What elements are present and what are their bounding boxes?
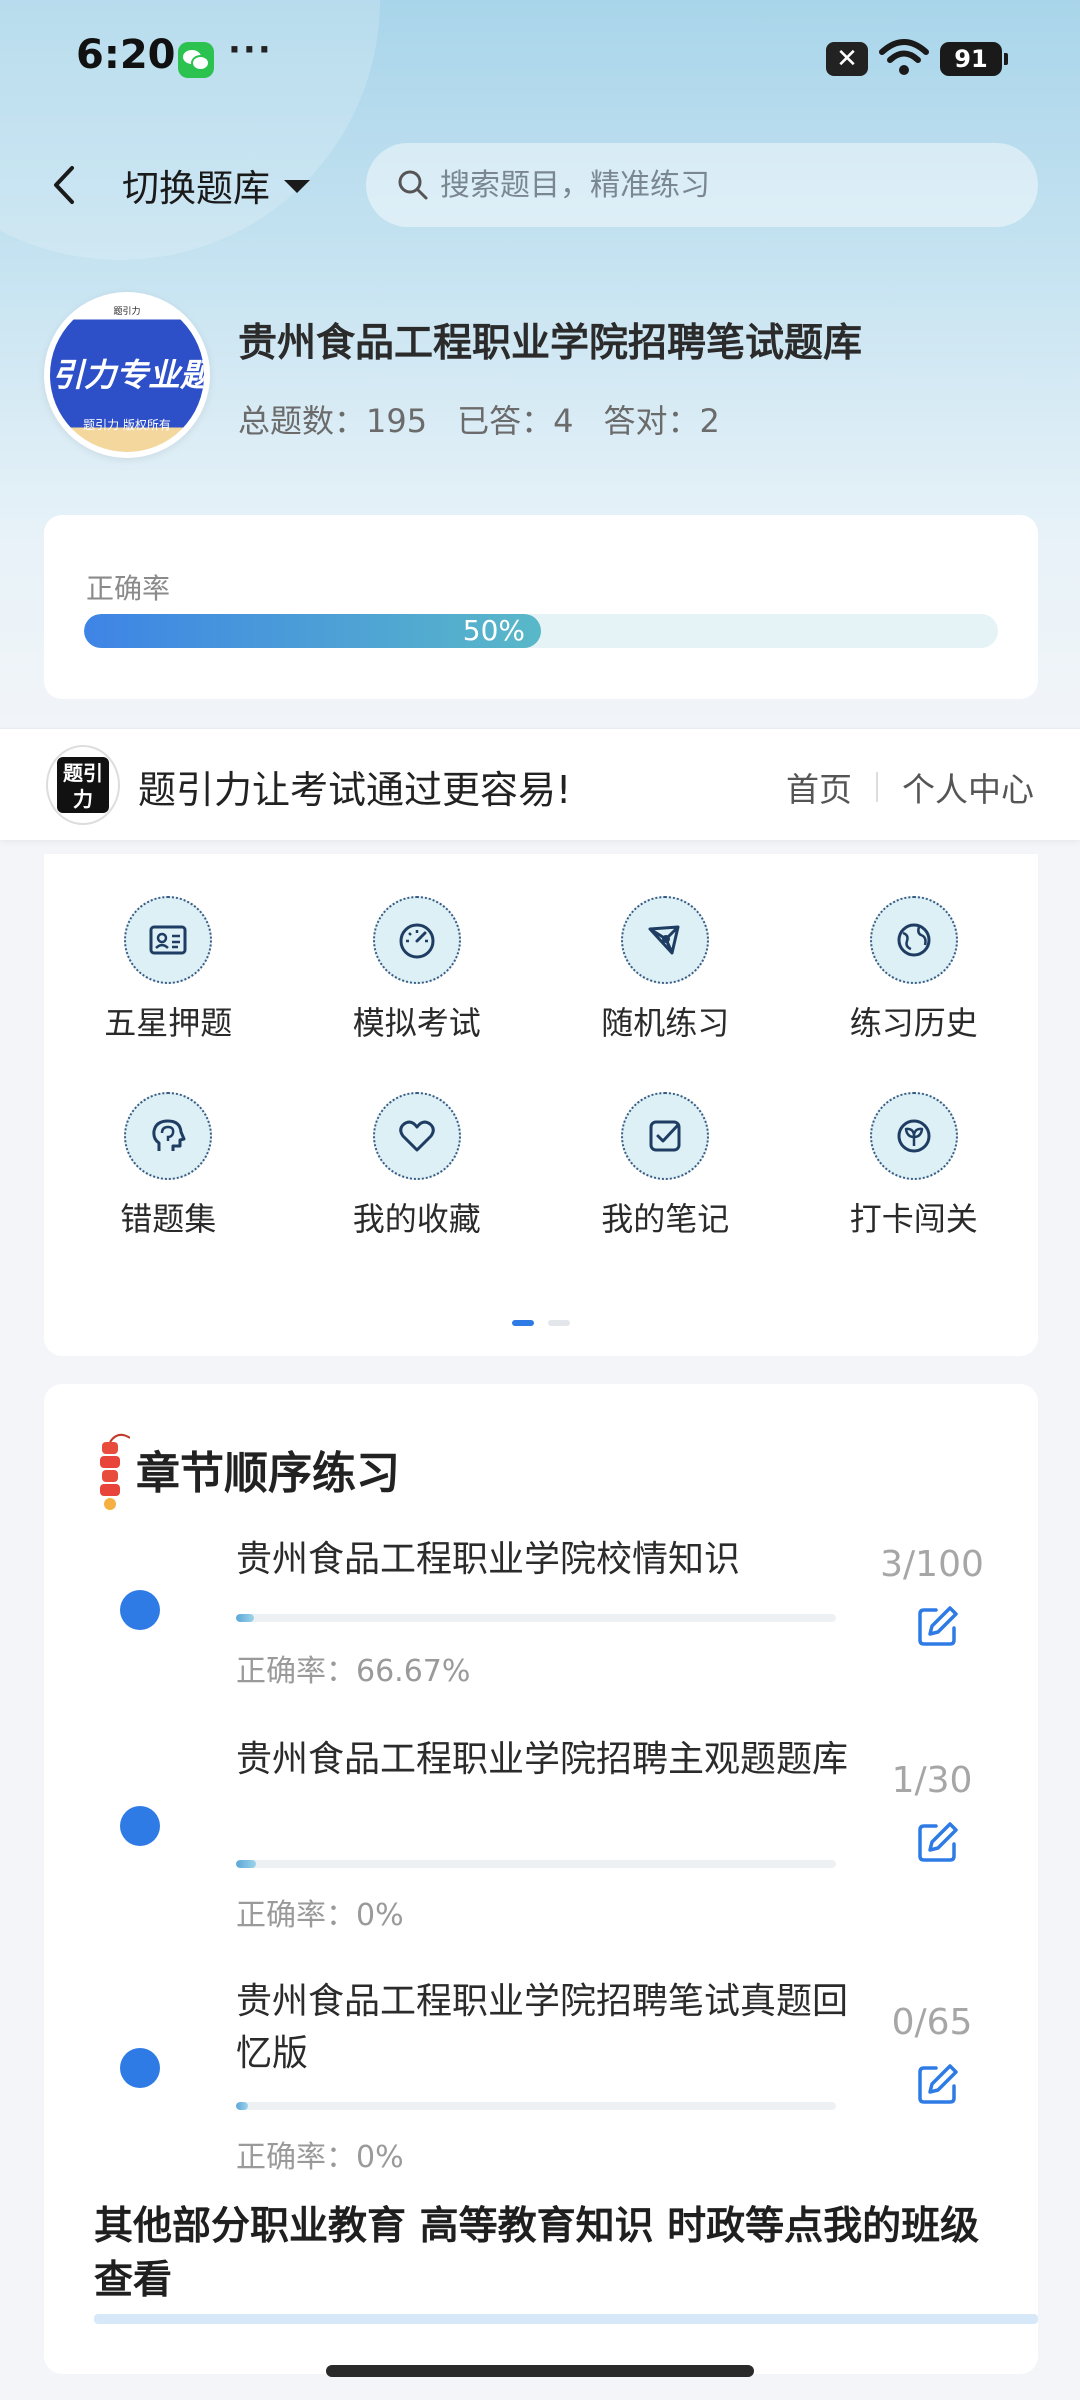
bank-title: 贵州食品工程职业学院招聘笔试题库 [238, 321, 863, 366]
banner-slogan: 题引力让考试通过更容易! [138, 768, 572, 812]
chapter-practice-card: 章节顺序练习 贵州食品工程职业学院校情知识 正确率：66.67% 3/100 贵… [44, 1384, 1038, 2374]
feature-grid: 五星押题 模拟考试 随机练习 练习历史 错题集 我的收藏 我的笔记 打卡闯关 [44, 896, 1038, 1240]
feature-mock-exam[interactable]: 模拟考试 [293, 896, 542, 1044]
profile-link[interactable]: 个人中心 [902, 763, 1034, 811]
chapter-progress-fill [236, 1614, 254, 1622]
brain-head-icon [124, 1092, 213, 1180]
page-indicator [44, 1320, 1038, 1326]
accuracy-value: 50% [462, 614, 525, 647]
caret-down-icon [284, 179, 310, 193]
search-input[interactable] [440, 167, 1000, 203]
promo-banner: 题引力 题引力让考试通过更容易! 首页 个人中心 [0, 728, 1080, 840]
search-bar[interactable] [366, 143, 1038, 227]
bank-stats: 总题数：195 已答：4 答对：2 [238, 396, 720, 442]
accuracy-progress-fill: 50% [84, 614, 541, 648]
chapter-accuracy: 正确率：66.67% [236, 1654, 471, 1689]
feature-checkin[interactable]: 打卡闯关 [790, 1092, 1039, 1240]
edit-icon[interactable] [914, 2060, 962, 2108]
chapter-count: 0/65 [891, 2002, 973, 2043]
app-logo: 题引力 [46, 745, 120, 825]
feature-label: 模拟考试 [352, 1004, 481, 1042]
feature-label: 错题集 [120, 1200, 217, 1238]
checkbox-note-icon [621, 1092, 710, 1180]
feature-practice-history[interactable]: 练习历史 [790, 896, 1039, 1044]
back-arrow-icon[interactable] [42, 160, 86, 210]
edit-icon[interactable] [914, 1818, 962, 1866]
chapter-progress-bar [236, 2102, 836, 2110]
page-dot [548, 1320, 570, 1326]
globe-icon [869, 896, 958, 984]
feature-wrong-questions[interactable]: 错题集 [44, 1092, 293, 1240]
chapter-progress-bar [236, 1860, 836, 1868]
no-sim-icon: ✕ [826, 42, 868, 76]
divider [876, 772, 878, 802]
switch-bank-dropdown[interactable]: 切换题库 [122, 158, 310, 212]
status-bar: 6:20 ··· ✕ 91 [0, 0, 1080, 120]
answered-count: 已答：4 [457, 402, 574, 440]
feature-label: 随机练习 [601, 1004, 730, 1042]
chapter-count: 3/100 [880, 1544, 984, 1585]
chapter-progress-bar [236, 1614, 836, 1622]
feature-favorites[interactable]: 我的收藏 [293, 1092, 542, 1240]
feature-label: 打卡闯关 [849, 1200, 978, 1238]
search-icon [398, 170, 428, 200]
switch-bank-label: 切换题库 [122, 167, 270, 210]
total-questions: 总题数：195 [238, 402, 428, 440]
chapter-progress-fill [236, 1860, 256, 1868]
more-content-link[interactable]: 其他部分职业教育 高等教育知识 时政等点我的班级查看 [94, 2200, 994, 2308]
network-icon [621, 896, 710, 984]
chapter-accuracy: 正确率：0% [236, 1898, 404, 1933]
edit-icon[interactable] [914, 1602, 962, 1650]
chapter-progress-fill [236, 2102, 248, 2110]
page-dot-active [512, 1320, 534, 1326]
logo-copyright: 题引力 版权所有 [83, 418, 171, 432]
accuracy-card: 正确率 50% [44, 515, 1038, 699]
feature-random-practice[interactable]: 随机练习 [541, 896, 790, 1044]
correct-count: 答对：2 [603, 402, 720, 440]
feature-card: 五星押题 模拟考试 随机练习 练习历史 错题集 我的收藏 我的笔记 打卡闯关 [44, 854, 1038, 1356]
chapter-bullet [120, 2048, 160, 2088]
status-time: 6:20 [76, 32, 176, 78]
wechat-icon [178, 42, 214, 78]
feature-notes[interactable]: 我的笔记 [541, 1092, 790, 1240]
logo-brand-text: 题引力 [113, 307, 141, 317]
app-logo-glyph: 题引力 [57, 757, 109, 813]
home-indicator[interactable] [326, 2365, 754, 2377]
banner-links: 首页 个人中心 [786, 763, 1034, 811]
feature-five-star[interactable]: 五星押题 [44, 896, 293, 1044]
accuracy-label: 正确率 [86, 572, 171, 605]
logo-text: 引力专业题 [51, 356, 204, 394]
chapter-count: 1/30 [891, 1760, 973, 1801]
feature-label: 我的收藏 [352, 1200, 481, 1238]
feature-label: 我的笔记 [601, 1200, 730, 1238]
gauge-icon [372, 896, 461, 984]
chapter-name: 贵州食品工程职业学院招聘主观题题库 [236, 1739, 849, 1780]
chapter-header: 章节顺序练习 [90, 1426, 400, 1512]
chapter-name: 贵州食品工程职业学院招聘笔试真题回忆版 [236, 1981, 849, 2074]
battery-indicator: 91 [940, 42, 1008, 76]
horizontal-scrollbar[interactable] [94, 2314, 1038, 2324]
id-card-icon [124, 896, 213, 984]
feature-label: 练习历史 [849, 1004, 978, 1042]
home-link[interactable]: 首页 [786, 763, 852, 811]
chapter-bullet [120, 1806, 160, 1846]
bank-logo: 题引力 引力专业题 题引力 版权所有 [44, 292, 210, 458]
sprout-icon [869, 1092, 958, 1180]
chapter-name: 贵州食品工程职业学院校情知识 [236, 1539, 741, 1580]
heart-icon [372, 1092, 461, 1180]
chapter-accuracy: 正确率：0% [236, 2140, 404, 2175]
more-notifications-icon: ··· [228, 30, 273, 70]
chapter-section-title: 章节顺序练习 [136, 1448, 400, 1499]
feature-label: 五星押题 [104, 1004, 233, 1042]
firecracker-icon [100, 1433, 130, 1510]
wifi-icon [879, 39, 929, 75]
chapter-bullet [120, 1590, 160, 1630]
accuracy-progress-bar: 50% [84, 614, 998, 648]
